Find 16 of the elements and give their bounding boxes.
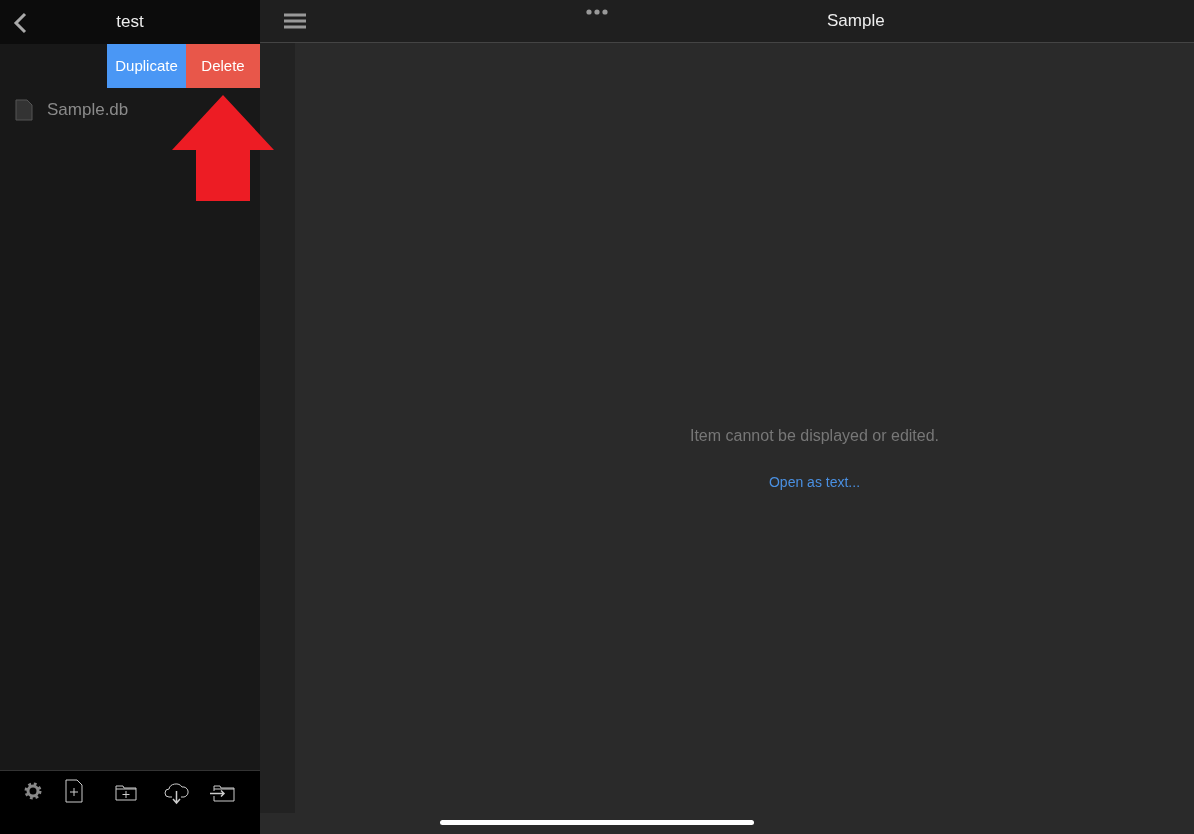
cloud-download-icon[interactable] <box>164 781 189 805</box>
gear-icon[interactable] <box>23 781 43 801</box>
unsupported-message: Item cannot be displayed or edited. <box>689 426 939 446</box>
folder-import-icon[interactable] <box>209 783 235 803</box>
document-title: Sample <box>827 10 885 33</box>
duplicate-button[interactable]: Duplicate <box>107 44 186 88</box>
folder-title: test <box>116 11 144 34</box>
delete-button[interactable]: Delete <box>186 44 260 88</box>
back-chevron-icon[interactable] <box>12 12 28 34</box>
new-file-icon[interactable] <box>65 779 83 803</box>
more-dots-icon[interactable] <box>586 9 608 15</box>
menu-icon[interactable] <box>284 13 306 29</box>
open-as-text-link[interactable]: Open as text... <box>768 472 861 493</box>
file-icon <box>15 99 33 121</box>
file-name[interactable]: Sample.db <box>47 97 129 123</box>
new-folder-icon[interactable] <box>115 783 137 801</box>
